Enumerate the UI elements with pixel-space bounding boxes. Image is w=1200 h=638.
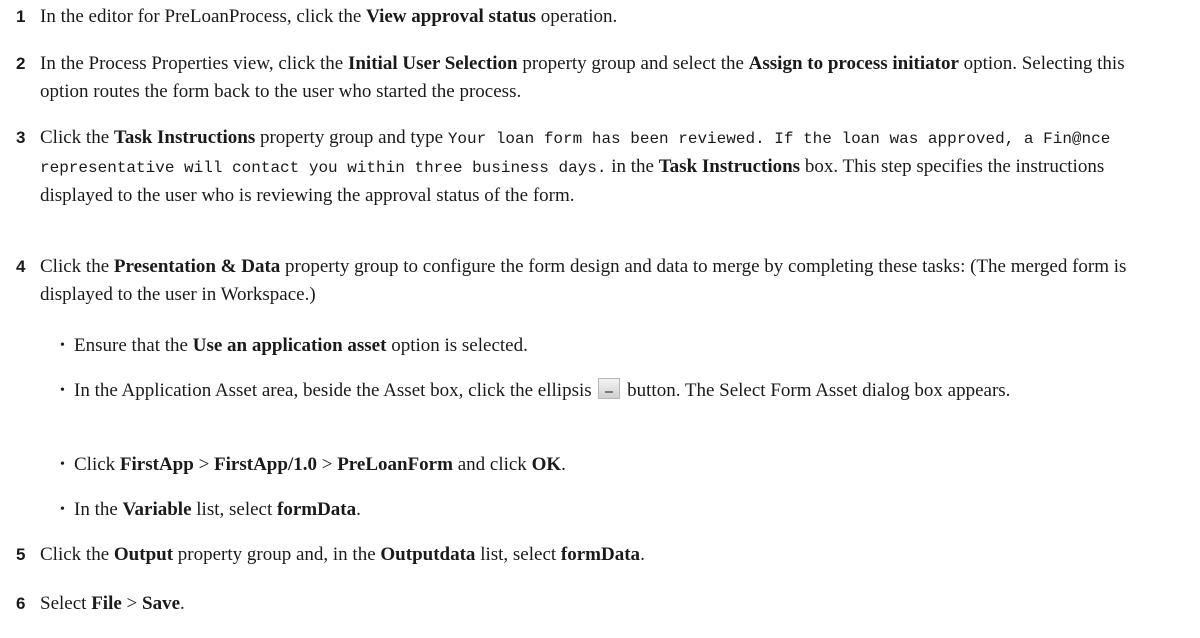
list-item: • Ensure that the Use an application ass…	[60, 332, 1170, 360]
step-text: In the Process Properties view, click th…	[40, 53, 1125, 102]
step-2: 2 In the Process Properties view, click …	[16, 50, 1170, 106]
step-number: 5	[16, 545, 26, 564]
step-number: 2	[16, 54, 26, 73]
step-number: 6	[16, 594, 26, 613]
bullet-dot: •	[60, 383, 65, 398]
bullet-dot: •	[60, 457, 65, 472]
step-3: 3 Click the Task Instructions property g…	[16, 124, 1170, 210]
instructions-document: 1 In the editor for PreLoanProcess, clic…	[0, 0, 1200, 638]
step-1: 1 In the editor for PreLoanProcess, clic…	[16, 3, 1170, 31]
bullet-dot: •	[60, 338, 65, 353]
step-text: In the editor for PreLoanProcess, click …	[40, 6, 618, 27]
step-4: 4 Click the Presentation & Data property…	[16, 253, 1170, 309]
bullet-dot: •	[60, 502, 65, 517]
step-number: 4	[16, 257, 26, 276]
step-text: Click the Output property group and, in …	[40, 544, 645, 565]
step-text: Click the Task Instructions property gro…	[40, 127, 1111, 206]
ellipsis-button-icon	[598, 378, 621, 399]
step-number: 3	[16, 128, 26, 147]
list-item: • In the Variable list, select formData.	[60, 496, 1170, 524]
step-number: 1	[16, 7, 26, 26]
list-item: • Click FirstApp > FirstApp/1.0 > PreLoa…	[60, 451, 1170, 479]
step-5: 5 Click the Output property group and, i…	[16, 541, 1170, 569]
list-item: • In the Application Asset area, beside …	[60, 377, 1170, 405]
step-text: Select File > Save.	[40, 593, 185, 614]
step-text: Click the Presentation & Data property g…	[40, 256, 1127, 305]
step-6: 6 Select File > Save.	[16, 590, 1170, 618]
